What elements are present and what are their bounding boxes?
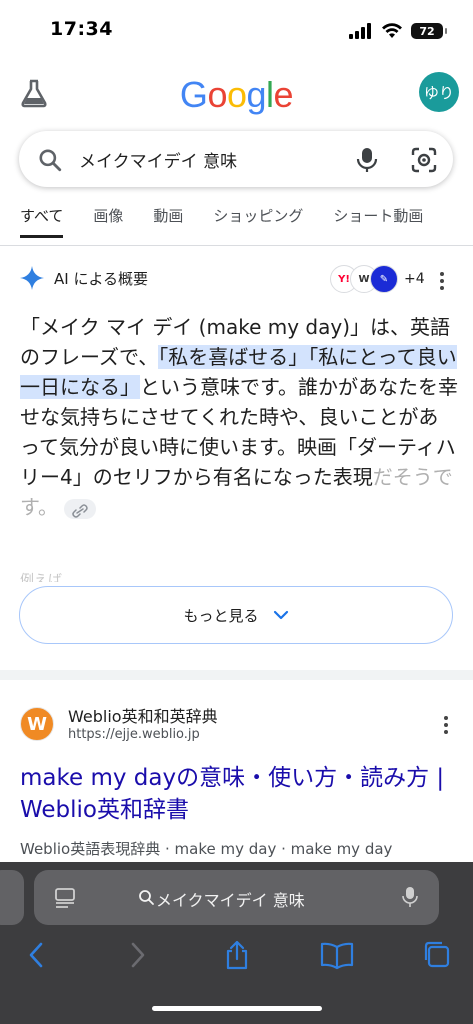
google-logo[interactable]: Google xyxy=(0,74,473,116)
back-arrow-icon[interactable] xyxy=(22,940,52,970)
faded-text: 例えば xyxy=(20,573,62,582)
tab-2[interactable]: 動画 xyxy=(153,205,183,238)
battery-level: 72 xyxy=(419,24,435,38)
result-menu-icon[interactable] xyxy=(444,716,448,737)
show-more-label: もっと見る xyxy=(183,606,259,625)
tabs-icon[interactable] xyxy=(422,940,452,970)
tab-0[interactable]: すべて xyxy=(20,205,64,238)
bookmarks-icon[interactable] xyxy=(320,940,354,970)
google-lens-icon[interactable] xyxy=(411,147,437,173)
search-box[interactable]: メイクマイデイ 意味 xyxy=(19,131,453,187)
ai-sources[interactable]: Y! W ✎ +4 xyxy=(330,265,425,293)
show-more-button[interactable]: もっと見る xyxy=(19,586,453,644)
tabs-divider xyxy=(0,245,473,246)
microphone-icon[interactable] xyxy=(355,147,379,173)
address-microphone-icon[interactable] xyxy=(402,886,418,908)
address-bar[interactable]: メイクマイデイ 意味 xyxy=(34,870,439,925)
previous-tab-preview[interactable] xyxy=(0,870,24,925)
search-tabs: すべて 画像 動画 ショッピング ショート動画 xyxy=(20,205,453,238)
ai-overview-menu-icon[interactable] xyxy=(440,272,444,293)
forward-arrow-icon[interactable] xyxy=(122,940,152,970)
logo-letter: l xyxy=(266,74,274,115)
home-indicator xyxy=(152,1006,322,1011)
tab-1[interactable]: 画像 xyxy=(93,205,123,238)
logo-letter: G xyxy=(179,74,208,115)
status-icons: 72 xyxy=(349,20,447,42)
address-bar-text[interactable]: メイクマイデイ 意味 xyxy=(156,887,305,911)
logo-letter: o xyxy=(207,74,227,115)
status-time: 17:34 xyxy=(50,18,113,40)
ai-overview-text: 「メイク マイ デイ (make my day)」は、英語のフレーズで、「私を喜… xyxy=(20,312,458,522)
logo-letter: g xyxy=(246,74,267,115)
search-input[interactable]: メイクマイデイ 意味 xyxy=(79,147,237,172)
wifi-icon xyxy=(382,23,402,38)
battery-icon: 72 xyxy=(411,23,447,39)
share-icon[interactable] xyxy=(222,940,252,970)
blog-source-icon[interactable]: ✎ xyxy=(370,265,398,293)
tab-overview-icon[interactable] xyxy=(54,887,76,909)
logo-letter: e xyxy=(273,74,294,115)
chevron-down-icon xyxy=(273,610,288,620)
more-sources-count[interactable]: +4 xyxy=(404,271,425,287)
result-url[interactable]: https://ejje.weblio.jp xyxy=(68,727,200,742)
logo-letter: o xyxy=(226,74,247,115)
tab-3[interactable]: ショッピング xyxy=(213,205,303,238)
tab-4[interactable]: ショート動画 xyxy=(333,205,423,238)
avatar[interactable]: ゆり xyxy=(419,72,459,112)
ai-overview-header: AI による概要 xyxy=(20,266,148,290)
gemini-sparkle-icon xyxy=(20,266,44,290)
section-separator xyxy=(0,670,473,680)
result-site-name[interactable]: Weblio英和和英辞典 xyxy=(68,703,218,727)
cellular-signal-icon xyxy=(349,23,371,39)
weblio-favicon[interactable]: W xyxy=(20,707,54,741)
search-icon xyxy=(39,149,62,172)
source-link-icon[interactable] xyxy=(64,498,96,519)
address-search-icon xyxy=(139,890,154,905)
ai-overview-title: AI による概要 xyxy=(54,269,149,288)
result-snippet: Weblio英語表現辞典 · make my day · make my day xyxy=(20,840,393,858)
result-title-link[interactable]: make my dayの意味・使い方・読み方 | Weblio英和辞書 xyxy=(20,762,460,826)
